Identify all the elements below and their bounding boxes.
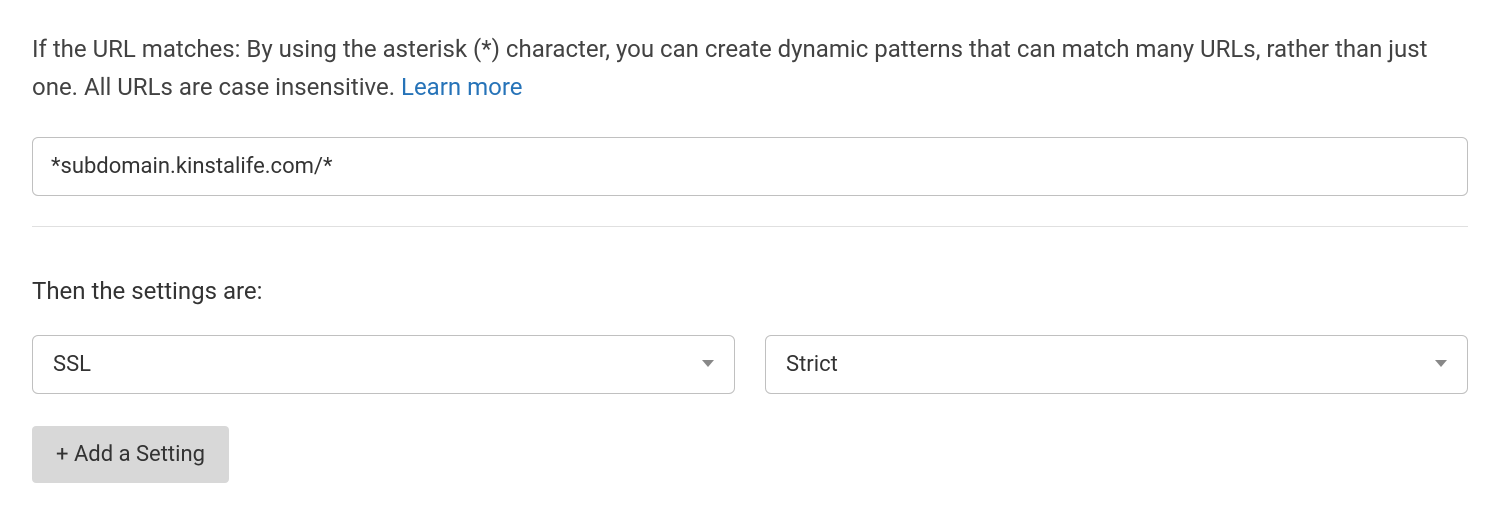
url-pattern-input[interactable] xyxy=(32,137,1468,196)
description-text: If the URL matches: By using the asteris… xyxy=(32,35,1428,101)
setting-value-wrapper: Strict xyxy=(765,335,1468,394)
setting-option-wrapper: SSL xyxy=(32,335,735,394)
section-divider xyxy=(32,226,1468,227)
learn-more-link[interactable]: Learn more xyxy=(401,73,522,101)
setting-option-select[interactable]: SSL xyxy=(32,335,735,394)
settings-row: SSL Strict xyxy=(32,335,1468,394)
setting-value-select[interactable]: Strict xyxy=(765,335,1468,394)
settings-section-label: Then the settings are: xyxy=(32,277,1468,305)
url-match-description: If the URL matches: By using the asteris… xyxy=(32,30,1468,107)
add-setting-button[interactable]: + Add a Setting xyxy=(32,426,229,483)
